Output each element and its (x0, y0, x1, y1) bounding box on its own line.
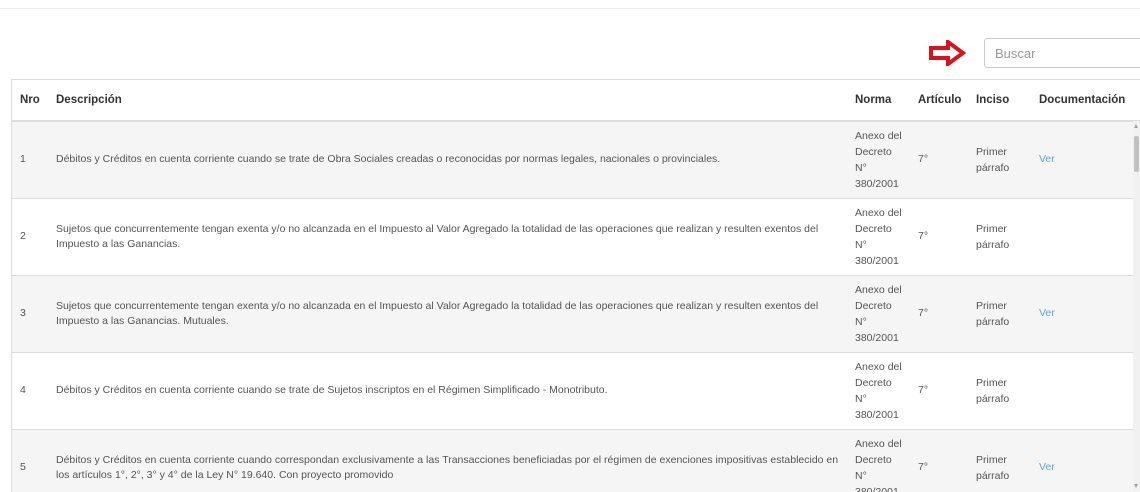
cell-documentacion: Ver (1031, 428, 1140, 492)
cell-inciso: Primer párrafo (968, 274, 1031, 352)
cell-nro: 2 (12, 197, 48, 275)
cell-documentacion: Ver (1031, 274, 1140, 352)
cell-norma: Anexo del Decreto N° 380/2001 (847, 274, 910, 352)
vertical-scrollbar[interactable] (1133, 121, 1140, 491)
scrollbar-thumb[interactable] (1134, 136, 1139, 172)
table-row: 2 Sujetos que concurrentemente tengan ex… (12, 197, 1140, 275)
cell-inciso: Primer párrafo (968, 197, 1031, 275)
cell-norma: Anexo del Decreto N° 380/2001 (847, 197, 910, 275)
top-divider (0, 8, 1140, 9)
cell-norma: Anexo del Decreto N° 380/2001 (847, 428, 910, 492)
cell-articulo: 7° (910, 197, 968, 275)
results-table-container: Nro Descripción Norma Artículo Inciso Do… (11, 79, 1140, 492)
cell-articulo: 7° (910, 428, 968, 492)
table-row: 5 Débitos y Créditos en cuenta corriente… (12, 428, 1140, 492)
cell-norma: Anexo del Decreto N° 380/2001 (847, 120, 910, 198)
table-row: 3 Sujetos que concurrentemente tengan ex… (12, 274, 1140, 352)
column-header-inciso[interactable]: Inciso (968, 80, 1031, 122)
table-row: 4 Débitos y Créditos en cuenta corriente… (12, 351, 1140, 429)
cell-articulo: 7° (910, 120, 968, 198)
scroll-up-icon[interactable] (1134, 124, 1138, 128)
cell-descripcion: Sujetos que concurrentemente tengan exen… (48, 197, 847, 275)
column-header-articulo[interactable]: Artículo (910, 80, 968, 122)
results-table: Nro Descripción Norma Artículo Inciso Do… (12, 80, 1140, 492)
cell-descripcion: Débitos y Créditos en cuenta corriente c… (48, 120, 847, 198)
ver-link[interactable]: Ver (1039, 461, 1055, 473)
cell-descripcion: Débitos y Créditos en cuenta corriente c… (48, 351, 847, 429)
table-header: Nro Descripción Norma Artículo Inciso Do… (12, 80, 1140, 122)
cell-inciso: Primer párrafo (968, 351, 1031, 429)
ver-link[interactable]: Ver (1039, 153, 1055, 165)
cell-norma: Anexo del Decreto N° 380/2001 (847, 351, 910, 429)
scroll-down-icon[interactable] (1134, 484, 1138, 488)
cell-articulo: 7° (910, 351, 968, 429)
cell-inciso: Primer párrafo (968, 428, 1031, 492)
column-header-nro[interactable]: Nro (12, 80, 48, 122)
cell-documentacion (1031, 351, 1140, 429)
search-input[interactable] (984, 38, 1140, 68)
column-header-documentacion[interactable]: Documentación (1031, 80, 1140, 122)
cell-nro: 3 (12, 274, 48, 352)
ver-link[interactable]: Ver (1039, 307, 1055, 319)
cell-articulo: 7° (910, 274, 968, 352)
right-arrow-icon (929, 40, 966, 66)
table-row: 1 Débitos y Créditos en cuenta corriente… (12, 120, 1140, 198)
cell-descripcion: Sujetos que concurrentemente tengan exen… (48, 274, 847, 352)
cell-documentacion: Ver (1031, 120, 1140, 198)
column-header-norma[interactable]: Norma (847, 80, 910, 122)
cell-descripcion: Débitos y Créditos en cuenta corriente c… (48, 428, 847, 492)
cell-nro: 5 (12, 428, 48, 492)
cell-documentacion (1031, 197, 1140, 275)
cell-inciso: Primer párrafo (968, 120, 1031, 198)
cell-nro: 1 (12, 120, 48, 198)
cell-nro: 4 (12, 351, 48, 429)
column-header-descripcion[interactable]: Descripción (48, 80, 847, 122)
table-body: 1 Débitos y Créditos en cuenta corriente… (12, 120, 1140, 492)
